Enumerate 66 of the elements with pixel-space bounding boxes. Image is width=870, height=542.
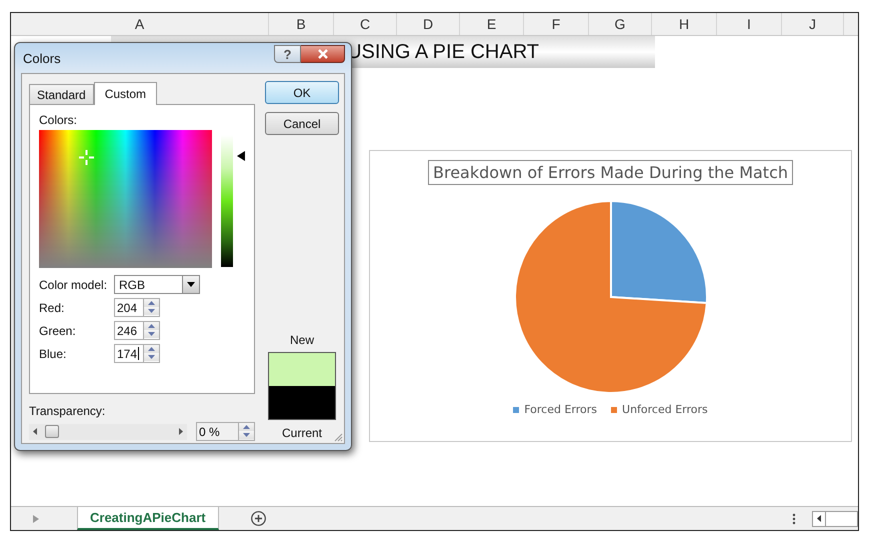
channel-field[interactable]: 174	[114, 344, 144, 363]
dropdown-arrow-icon	[187, 282, 195, 287]
spin-down-button[interactable]	[144, 307, 159, 315]
close-icon	[316, 49, 328, 59]
spin-down-button[interactable]	[144, 353, 159, 361]
column-header[interactable]: E	[460, 13, 524, 35]
scroll-left-icon	[817, 515, 821, 522]
column-header[interactable]: H	[652, 13, 717, 35]
dialog-button[interactable]: Cancel	[265, 112, 339, 135]
up-arrow-icon	[148, 301, 155, 305]
channel-field[interactable]: 246	[114, 321, 144, 340]
current-label: Current	[282, 426, 322, 440]
chart-title[interactable]: Breakdown of Errors Made During the Match	[428, 160, 794, 185]
spin-up-button[interactable]	[144, 345, 159, 353]
scroll-right-icon[interactable]	[179, 428, 183, 435]
color-preview	[268, 352, 336, 420]
spin-up-button[interactable]	[239, 423, 254, 431]
help-button[interactable]: ?	[274, 45, 301, 63]
column-header[interactable]: C	[334, 13, 397, 35]
column-header[interactable]: J	[782, 13, 844, 35]
resize-grip-icon[interactable]	[334, 433, 343, 442]
column-header[interactable]: I	[717, 13, 782, 35]
column-header[interactable]: F	[524, 13, 589, 35]
add-sheet-icon[interactable]	[250, 511, 266, 526]
legend-label: Forced Errors	[524, 403, 598, 416]
transparency-label: Transparency:	[29, 404, 106, 418]
crosshair-icon	[79, 150, 94, 165]
dialog-button[interactable]: OK	[265, 81, 339, 104]
slider-thumb[interactable]	[45, 424, 59, 438]
channel-field[interactable]: 204	[114, 298, 144, 317]
spin-up-button[interactable]	[144, 299, 159, 307]
close-button[interactable]	[301, 45, 345, 63]
column-header[interactable]: A	[11, 13, 269, 35]
chart-area[interactable]: Breakdown of Errors Made During the Match Forced Errors Unforced Errors	[369, 150, 852, 442]
sheet-tab[interactable]: CreatingAPieChart	[77, 507, 219, 530]
column-header[interactable]: D	[397, 13, 460, 35]
color-model-dropdown[interactable]: RGB	[114, 275, 200, 294]
spin-down-button[interactable]	[144, 330, 159, 338]
down-arrow-icon	[148, 355, 155, 359]
horizontal-scrollbar[interactable]	[812, 510, 858, 526]
up-arrow-icon	[148, 324, 155, 328]
up-arrow-icon	[243, 425, 250, 429]
channel-label: Red:	[39, 300, 66, 314]
new-label: New	[290, 333, 314, 347]
color-model-label: Color model:	[39, 278, 108, 292]
column-header[interactable]: B	[269, 13, 334, 35]
up-arrow-icon	[148, 347, 155, 351]
legend-label: Unforced Errors	[622, 403, 708, 416]
more-options-icon[interactable]	[792, 512, 796, 524]
dialog-tab[interactable]: Custom	[94, 82, 158, 105]
spin-down-button[interactable]	[239, 431, 254, 439]
colors-label: Colors:	[39, 113, 78, 127]
color-spectrum[interactable]	[39, 130, 212, 268]
luminance-bar[interactable]	[221, 135, 234, 267]
dialog-title: Colors	[23, 50, 61, 66]
column-header[interactable]: G	[589, 13, 652, 35]
down-arrow-icon	[243, 433, 250, 437]
channel-label: Green:	[39, 324, 77, 338]
scroll-left-icon[interactable]	[33, 428, 37, 435]
transparency-field[interactable]: 0 %	[196, 422, 239, 441]
dialog-tab[interactable]: Standard	[29, 84, 94, 104]
channel-label: Blue:	[39, 346, 68, 360]
down-arrow-icon	[148, 309, 155, 313]
down-arrow-icon	[148, 332, 155, 336]
luminance-pointer-icon[interactable]	[237, 151, 245, 161]
spin-up-button[interactable]	[144, 322, 159, 330]
